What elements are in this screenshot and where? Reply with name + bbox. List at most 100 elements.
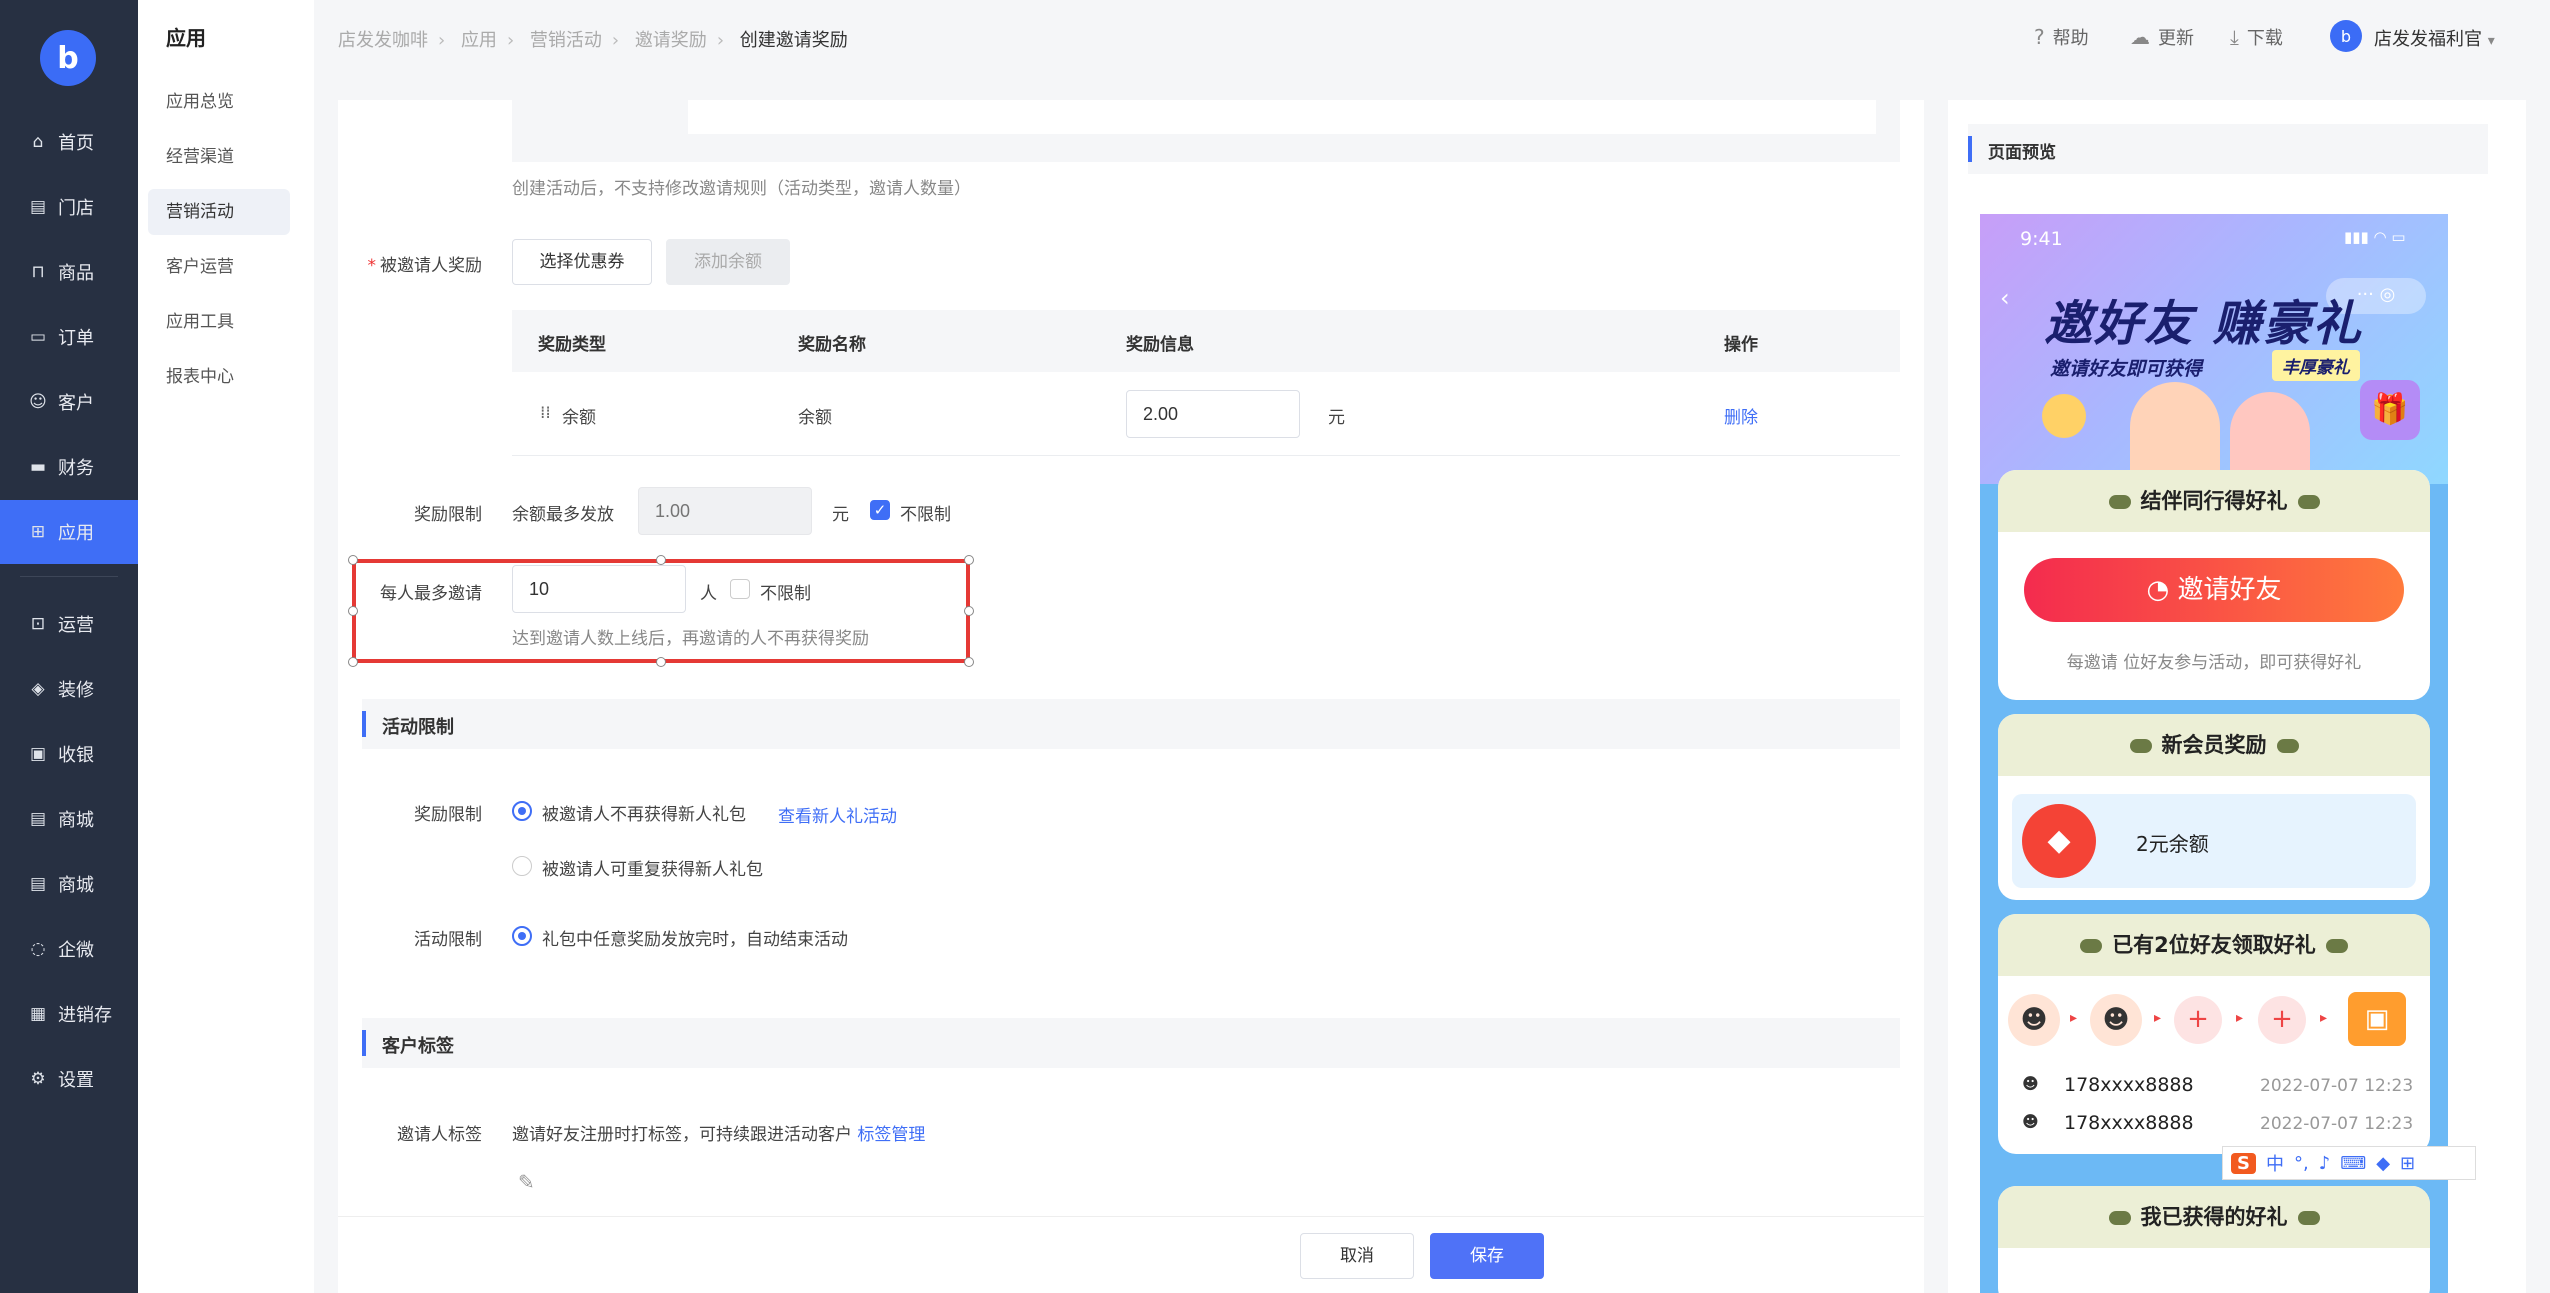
- user-menu[interactable]: 店发发福利官 ▾: [2374, 25, 2495, 51]
- nav-item-mall-1[interactable]: ▤ 商城: [0, 787, 138, 851]
- new-member-card: 新会员奖励 ◆ 2元余额: [1998, 714, 2430, 900]
- resize-handle[interactable]: [348, 555, 358, 565]
- activity-reward-limit-label: 奖励限制: [414, 805, 482, 825]
- arrow-right-icon: ▸: [2320, 1010, 2328, 1026]
- auto-end-radio[interactable]: [512, 926, 532, 946]
- nav-label: 应用: [58, 523, 94, 544]
- ime-toolbar[interactable]: S 中 °, ♪ ⌨ ◆ ⊞: [2222, 1146, 2476, 1180]
- nav-item-wecom[interactable]: ◌ 企微: [0, 917, 138, 981]
- sub-nav-title: 应用: [166, 26, 206, 50]
- delete-reward-link[interactable]: 删除: [1724, 403, 1758, 428]
- nav-item-settings[interactable]: ⚙ 设置: [0, 1047, 138, 1111]
- sub-item-reports[interactable]: 报表中心: [148, 354, 290, 400]
- rule-tip: 创建活动后，不支持修改邀请规则（活动类型，邀请人数量）: [512, 179, 971, 199]
- add-balance-button[interactable]: 添加余额: [666, 239, 790, 285]
- preview-title: 页面预览: [1988, 143, 2056, 163]
- help-button[interactable]: ? 帮助: [2034, 24, 2089, 50]
- record-phone: 178xxxx8888: [2064, 1112, 2194, 1134]
- nav-item-cashier[interactable]: ▣ 收银: [0, 722, 138, 786]
- mic-icon[interactable]: ♪: [2319, 1153, 2331, 1174]
- coupon-icon: ◆: [2022, 804, 2096, 878]
- gift-icon: 🎁: [2360, 380, 2420, 440]
- sub-item-marketing[interactable]: 营销活动: [148, 189, 290, 235]
- nav-label: 财务: [58, 458, 94, 479]
- edit-tag-icon[interactable]: ✎: [518, 1170, 535, 1194]
- nav-label: 装修: [58, 680, 94, 701]
- cashier-icon: ▣: [29, 744, 47, 764]
- decor-icon: [2108, 1211, 2131, 1225]
- keyboard-icon[interactable]: ⌨: [2340, 1153, 2366, 1174]
- decor-icon: [2080, 939, 2103, 953]
- invite-friend-button[interactable]: ◔ 邀请好友: [2024, 558, 2404, 622]
- crumb-apps[interactable]: 应用: [461, 30, 497, 51]
- resize-handle[interactable]: [964, 555, 974, 565]
- resize-handle[interactable]: [656, 555, 666, 565]
- nav-item-goods[interactable]: ⊓ 商品: [0, 240, 138, 304]
- nav-divider: [20, 576, 118, 577]
- crumb-current: 创建邀请奖励: [739, 30, 848, 51]
- resize-handle[interactable]: [348, 657, 358, 667]
- chevron-right-icon: ›: [611, 30, 620, 51]
- app-logo[interactable]: b: [40, 30, 96, 86]
- chevron-right-icon: ›: [716, 30, 725, 51]
- repeat-new-gift-radio[interactable]: [512, 856, 532, 876]
- nav-label: 商城: [58, 875, 94, 896]
- record-phone: 178xxxx8888: [2064, 1074, 2194, 1096]
- nav-item-apps[interactable]: ⊞ 应用: [0, 500, 138, 564]
- nav-item-inventory[interactable]: ▦ 进销存: [0, 982, 138, 1046]
- settings-icon: ⚙: [30, 1069, 46, 1089]
- cancel-button[interactable]: 取消: [1300, 1233, 1414, 1279]
- punctuation-icon[interactable]: °,: [2294, 1153, 2309, 1174]
- card-title-text: 我已获得的好礼: [2140, 1205, 2288, 1229]
- resize-handle[interactable]: [656, 657, 666, 667]
- table-row-divider: [512, 455, 1900, 456]
- nav-item-mall-2[interactable]: ▤ 商城: [0, 852, 138, 916]
- drag-handle-icon[interactable]: ⁞⁞: [540, 403, 551, 423]
- crumb-marketing[interactable]: 营销活动: [530, 30, 602, 51]
- update-button[interactable]: ☁ 更新: [2130, 24, 2194, 50]
- tag-manage-link[interactable]: 标签管理: [857, 1125, 925, 1145]
- mall-icon: ▤: [29, 809, 47, 829]
- nav-item-operation[interactable]: ⊡ 运营: [0, 592, 138, 656]
- nav-item-decorate[interactable]: ◈ 装修: [0, 657, 138, 721]
- chevron-right-icon: ›: [438, 30, 446, 51]
- record-time: 2022-07-07 12:23: [2260, 1114, 2414, 1134]
- no-new-gift-radio[interactable]: [512, 801, 532, 821]
- invite-card-title: 结伴同行得好礼: [1998, 470, 2430, 532]
- nav-item-orders[interactable]: ▭ 订单: [0, 305, 138, 369]
- wechat-icon: ◔: [2146, 575, 2178, 605]
- balance-limit-input[interactable]: [638, 487, 812, 535]
- top-bar: 店发发咖啡 › 应用 › 营销活动 › 邀请奖励 › 创建邀请奖励 ? 帮助 ☁ 更新 ⤓ 下…: [314, 0, 2550, 76]
- select-coupon-button[interactable]: 选择优惠券: [512, 239, 652, 285]
- resize-handle[interactable]: [964, 606, 974, 616]
- plus-icon: +: [2174, 996, 2222, 1044]
- resize-handle[interactable]: [348, 606, 358, 616]
- nav-item-store[interactable]: ▤ 门店: [0, 175, 138, 239]
- nav-item-customers[interactable]: ☺ 客户: [0, 370, 138, 434]
- resize-handle[interactable]: [964, 657, 974, 667]
- download-button[interactable]: ⤓ 下载: [2230, 24, 2283, 50]
- decor-icon: [2297, 1211, 2320, 1225]
- sub-item-tools[interactable]: 应用工具: [148, 299, 290, 345]
- invitee-reward-text: 被邀请人奖励: [380, 256, 482, 276]
- decor-icon: [2129, 739, 2152, 753]
- sub-item-overview[interactable]: 应用总览: [148, 79, 290, 125]
- nav-item-finance[interactable]: ▬ 财务: [0, 435, 138, 499]
- ime-lang[interactable]: 中: [2266, 1150, 2284, 1176]
- nav-item-home[interactable]: ⌂ 首页: [0, 110, 138, 174]
- skin-icon[interactable]: ◆: [2376, 1153, 2390, 1174]
- record-avatar-icon: ☻: [2022, 1112, 2039, 1131]
- sub-item-customer-ops[interactable]: 客户运营: [148, 244, 290, 290]
- toolbox-icon[interactable]: ⊞: [2400, 1153, 2415, 1174]
- help-label: 帮助: [2052, 28, 2089, 49]
- crumb-invite[interactable]: 邀请奖励: [635, 30, 707, 51]
- sub-item-channels[interactable]: 经营渠道: [148, 134, 290, 180]
- crumb-shop[interactable]: 店发发咖啡: [338, 30, 428, 51]
- reward-unlimited-checkbox[interactable]: ✓: [870, 500, 890, 520]
- back-icon[interactable]: ‹: [2000, 284, 2010, 312]
- reward-value-input[interactable]: [1126, 390, 1300, 438]
- view-new-gift-link[interactable]: 查看新人礼活动: [778, 802, 897, 827]
- avatar[interactable]: b: [2330, 20, 2362, 52]
- card-title-text: 结伴同行得好礼: [2140, 489, 2288, 513]
- save-button[interactable]: 保存: [1430, 1233, 1544, 1279]
